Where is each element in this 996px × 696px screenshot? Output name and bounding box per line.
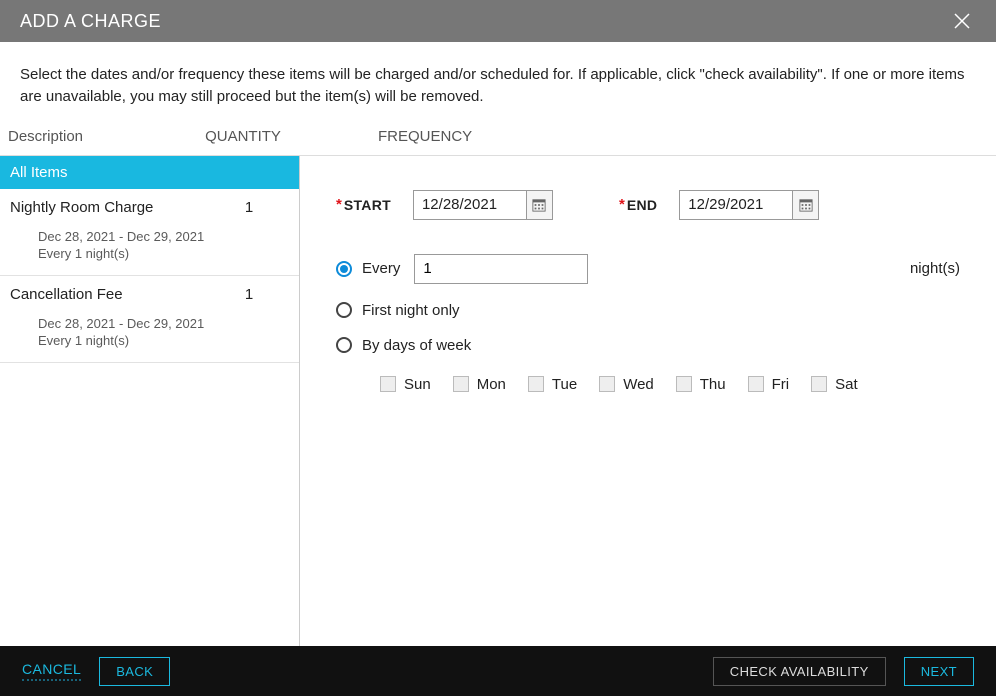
content-columns: All Items Nightly Room Charge 1 Dec 28, … [0,156,996,647]
dow-mon: Mon [453,376,506,393]
start-date-input[interactable] [414,191,526,219]
items-pane: All Items Nightly Room Charge 1 Dec 28, … [0,156,300,647]
nights-label: night(s) [910,260,960,277]
freq-every-row: Every night(s) [336,254,960,284]
header-frequency: FREQUENCY [378,128,472,145]
freq-first-night-row: First night only [336,302,960,319]
dialog-body: Select the dates and/or frequency these … [0,42,996,646]
charge-date-range: Dec 28, 2021 - Dec 29, 2021 [38,228,289,246]
by-dow-label: By days of week [362,337,471,354]
next-button[interactable]: NEXT [904,657,974,686]
end-date-field [679,190,819,220]
required-marker: * [336,196,342,213]
charge-row[interactable]: Nightly Room Charge 1 Dec 28, 2021 - Dec… [0,189,299,276]
charge-name: Nightly Room Charge [10,199,153,216]
add-charge-dialog: ADD A CHARGE Select the dates and/or fre… [0,0,996,696]
start-label: START [344,197,391,213]
cancel-link[interactable]: CANCEL [22,661,81,681]
radio-every[interactable] [336,261,352,277]
every-label: Every [362,260,400,277]
freq-by-dow-row: By days of week [336,337,960,354]
end-date-input[interactable] [680,191,792,219]
charge-row[interactable]: Cancellation Fee 1 Dec 28, 2021 - Dec 29… [0,276,299,363]
start-date-group: * START [336,190,553,220]
checkbox-thu[interactable] [676,376,692,392]
instructions-text: Select the dates and/or frequency these … [0,42,996,118]
charge-name: Cancellation Fee [10,286,123,303]
radio-first-night[interactable] [336,302,352,318]
dialog-footer: CANCEL BACK CHECK AVAILABILITY NEXT [0,646,996,696]
dow-thu: Thu [676,376,726,393]
dow-sun: Sun [380,376,431,393]
all-items-tab[interactable]: All Items [0,156,299,189]
dow-sat: Sat [811,376,858,393]
dow-wed: Wed [599,376,654,393]
charge-frequency: Every 1 night(s) [38,332,289,350]
dow-fri: Fri [748,376,790,393]
charge-qty: 1 [209,286,289,303]
end-label: END [627,197,657,213]
titlebar: ADD A CHARGE [0,0,996,42]
checkbox-tue[interactable] [528,376,544,392]
header-quantity: QUANTITY [178,128,308,145]
checkbox-mon[interactable] [453,376,469,392]
charge-qty: 1 [209,199,289,216]
dow-tue: Tue [528,376,577,393]
calendar-icon[interactable] [792,191,818,219]
frequency-pane: * START * END [300,156,996,647]
first-night-label: First night only [362,302,460,319]
charge-date-range: Dec 28, 2021 - Dec 29, 2021 [38,315,289,333]
dow-row: Sun Mon Tue Wed Thu Fri Sat [380,376,960,393]
header-description: Description [8,128,178,145]
calendar-icon[interactable] [526,191,552,219]
frequency-options: Every night(s) First night only By days … [336,254,960,393]
radio-by-dow[interactable] [336,337,352,353]
close-icon[interactable] [952,11,972,31]
checkbox-fri[interactable] [748,376,764,392]
check-availability-button[interactable]: CHECK AVAILABILITY [713,657,886,686]
column-headers: Description QUANTITY FREQUENCY [0,118,996,156]
checkbox-wed[interactable] [599,376,615,392]
required-marker: * [619,196,625,213]
checkbox-sat[interactable] [811,376,827,392]
every-input[interactable] [414,254,588,284]
checkbox-sun[interactable] [380,376,396,392]
date-row: * START * END [336,190,960,220]
charge-frequency: Every 1 night(s) [38,245,289,263]
back-button[interactable]: BACK [99,657,170,686]
dialog-title: ADD A CHARGE [20,11,161,32]
start-date-field [413,190,553,220]
end-date-group: * END [619,190,819,220]
